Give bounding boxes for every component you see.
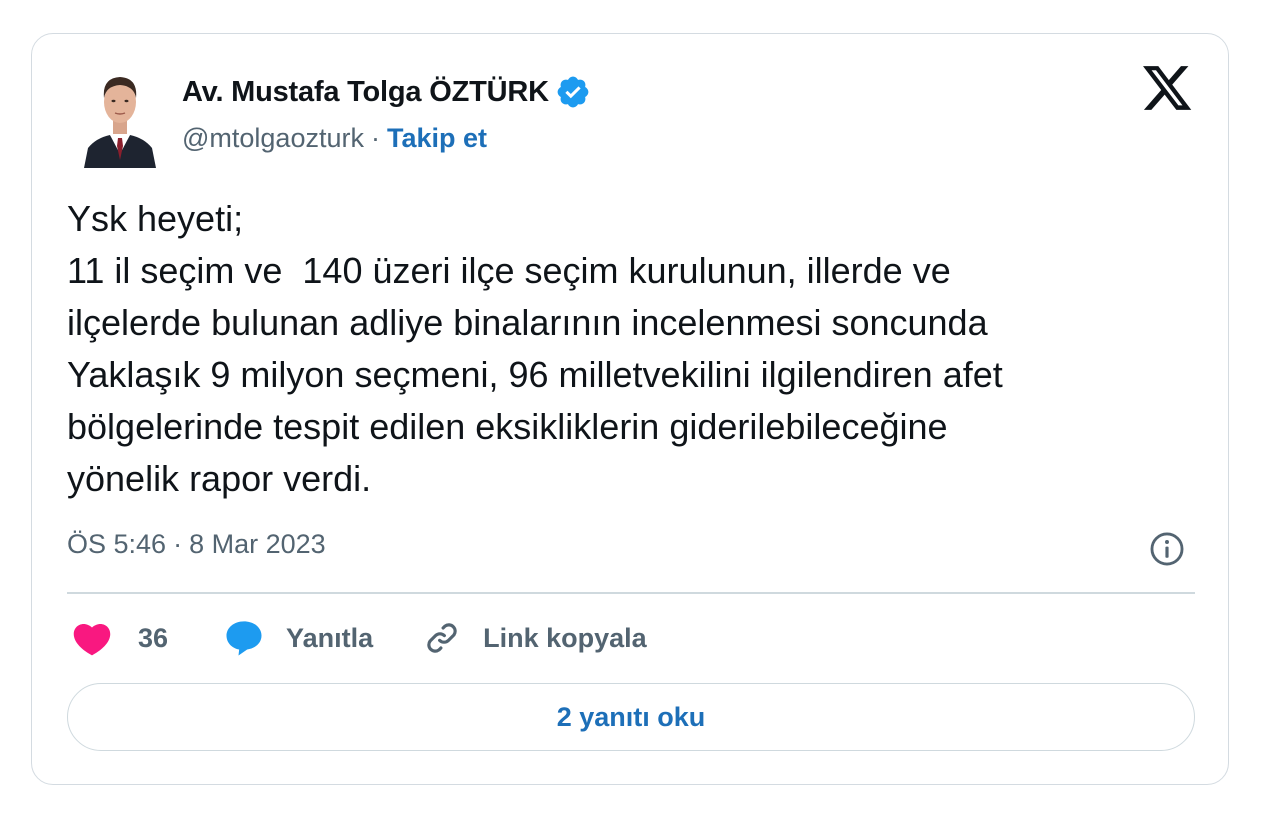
x-logo-icon[interactable] bbox=[1143, 66, 1193, 112]
divider bbox=[67, 592, 1195, 594]
tweet-timestamp[interactable]: ÖS 5:46 · 8 Mar 2023 bbox=[67, 529, 326, 560]
tweet-date: 8 Mar 2023 bbox=[189, 529, 326, 559]
author-name-row: Av. Mustafa Tolga ÖZTÜRK bbox=[182, 70, 591, 114]
link-icon bbox=[423, 619, 461, 657]
info-icon[interactable] bbox=[1148, 530, 1186, 568]
follow-button[interactable]: Takip et bbox=[387, 123, 487, 154]
like-button[interactable]: 36 bbox=[72, 619, 168, 657]
read-replies-button[interactable]: 2 yanıtı oku bbox=[67, 683, 1195, 751]
tweet-text-line: Yaklaşık 9 milyon seçmeni, 96 milletveki… bbox=[67, 354, 1003, 395]
verified-badge-icon bbox=[555, 74, 591, 110]
reply-label: Yanıtla bbox=[286, 622, 374, 653]
read-replies-label: 2 yanıtı oku bbox=[556, 701, 706, 732]
handle-separator: · bbox=[370, 122, 380, 153]
copy-link-label: Link kopyala bbox=[483, 622, 647, 653]
tweet-actions: 36 Yanıtla Link kopyala bbox=[72, 614, 647, 662]
tweet-text-line: bölgelerinde tespit edilen eksikliklerin… bbox=[67, 406, 948, 447]
like-count: 36 bbox=[138, 622, 169, 653]
timestamp-separator: · bbox=[173, 529, 183, 559]
copy-link-button[interactable]: Link kopyala bbox=[423, 619, 647, 657]
author-display-name[interactable]: Av. Mustafa Tolga ÖZTÜRK bbox=[182, 76, 549, 109]
speech-bubble-icon bbox=[224, 619, 264, 657]
tweet-text-line: Ysk heyeti; bbox=[67, 198, 244, 239]
tweet-text-line: ilçelerde bulunan adliye binalarının inc… bbox=[67, 302, 988, 343]
heart-icon bbox=[72, 619, 112, 657]
tweet-text-line: yönelik rapor verdi. bbox=[67, 458, 372, 499]
tweet-time: ÖS 5:46 bbox=[67, 529, 167, 559]
tweet-text-line: 11 il seçim ve 140 üzeri ilçe seçim kuru… bbox=[67, 250, 951, 291]
author-handle-row: @mtolgaozturk · Takip et bbox=[182, 118, 487, 158]
reply-button[interactable]: Yanıtla bbox=[224, 619, 373, 657]
tweet-text: Ysk heyeti; 11 il seçim ve 140 üzeri ilç… bbox=[67, 193, 1207, 505]
avatar[interactable] bbox=[82, 64, 158, 168]
author-handle[interactable]: @mtolgaozturk bbox=[182, 123, 364, 154]
